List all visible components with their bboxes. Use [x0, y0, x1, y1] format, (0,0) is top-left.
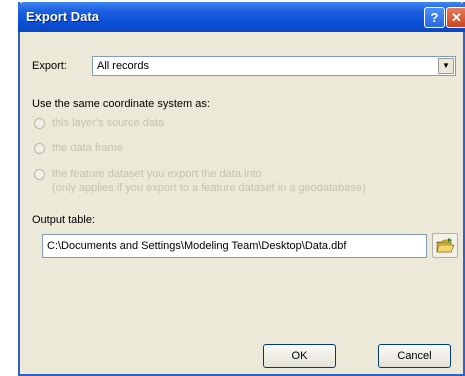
- chevron-down-icon[interactable]: ▼: [438, 58, 454, 74]
- ok-button[interactable]: OK: [263, 344, 336, 368]
- radio-layer-source[interactable]: [34, 118, 45, 129]
- window-title: Export Data: [26, 9, 99, 24]
- output-table-label: Output table:: [32, 214, 95, 226]
- export-select[interactable]: All records ▼: [92, 56, 456, 76]
- export-label: Export:: [32, 60, 67, 72]
- option-feature-dataset-label: the feature dataset you export the data …: [52, 168, 262, 180]
- close-icon[interactable]: ✕: [446, 7, 465, 28]
- export-data-dialog: Export Data ? ✕ Export: All records ▼ Us…: [18, 2, 465, 376]
- open-folder-icon: [436, 238, 455, 253]
- help-icon[interactable]: ?: [424, 7, 445, 28]
- radio-data-frame[interactable]: [34, 143, 45, 154]
- output-table-field[interactable]: C:\Documents and Settings\Modeling Team\…: [42, 234, 427, 258]
- radio-feature-dataset[interactable]: [34, 169, 45, 180]
- coordinate-heading: Use the same coordinate system as:: [32, 98, 210, 110]
- title-bar[interactable]: Export Data ? ✕: [18, 2, 465, 32]
- export-selected-value: All records: [97, 60, 149, 72]
- option-feature-dataset-note: (only applies if you export to a feature…: [52, 182, 366, 194]
- option-layer-source-label: this layer's source data: [52, 117, 165, 129]
- browse-button[interactable]: [432, 233, 458, 258]
- cancel-button[interactable]: Cancel: [378, 344, 451, 368]
- option-data-frame-label: the data frame: [52, 142, 123, 154]
